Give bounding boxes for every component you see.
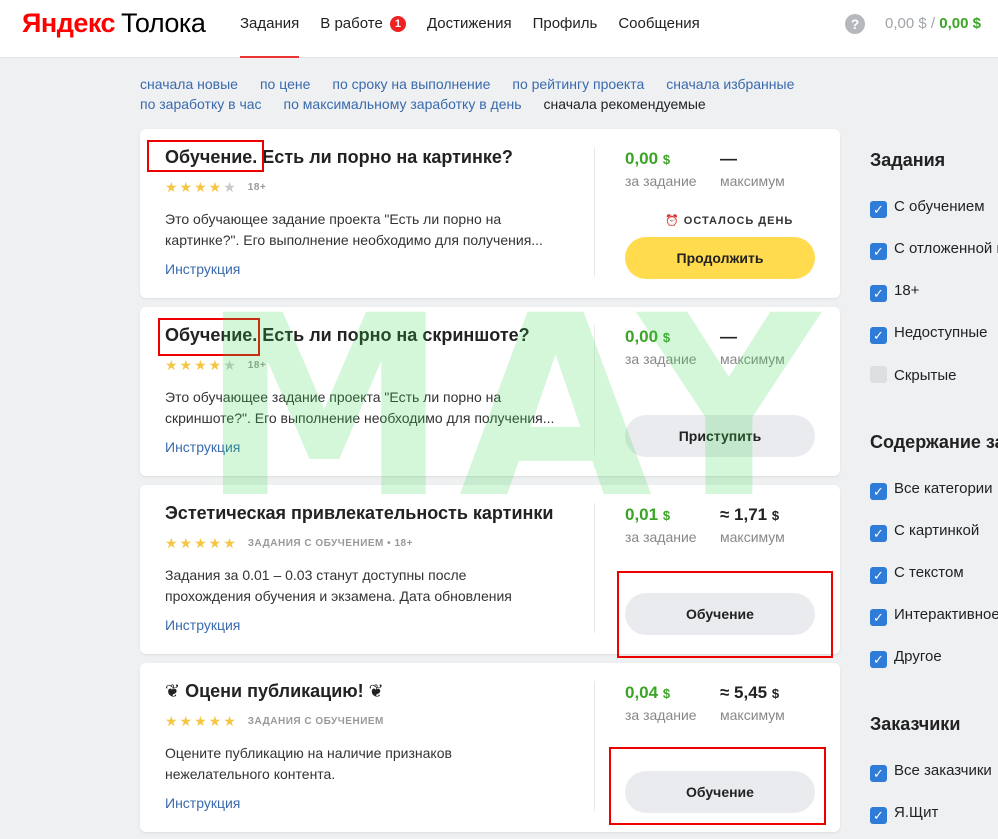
filter-with-image[interactable]: ✓ С картинкой [870, 522, 979, 542]
filter-all-clients[interactable]: ✓ Все заказчики [870, 762, 992, 782]
checkbox-checked-icon: ✓ [870, 609, 887, 626]
task-max: — [720, 327, 737, 346]
checkbox-checked-icon: ✓ [870, 765, 887, 782]
divider [594, 503, 595, 633]
task-meta: ЗАДАНИЯ С ОБУЧЕНИЕМ [247, 716, 384, 727]
max-label: максимум [720, 529, 785, 545]
checkbox-checked-icon: ✓ [870, 483, 887, 500]
sort-hourly[interactable]: по заработку в час [140, 94, 262, 114]
deadline-info: ⏰ ОСТАЛОСЬ ДЕНЬ [665, 215, 794, 227]
highlight-box [147, 140, 264, 172]
checkbox-unchecked-icon [870, 366, 887, 383]
task-rating: ★★★★★ 18+ [165, 179, 267, 195]
task-max: ≈ 5,45 $ [720, 683, 780, 702]
task-rating: ★★★★★ ЗАДАНИЯ С ОБУЧЕНИЕМ [165, 713, 384, 729]
filter-hidden[interactable]: Скрытые [870, 366, 957, 384]
top-header: Яндекс Толока Задания В работе 1 Достижен… [0, 0, 998, 58]
sort-daily-max[interactable]: по максимальному заработку в день [284, 94, 522, 114]
filter-content-title: Содержание за [870, 432, 998, 452]
divider [594, 147, 595, 277]
filter-all-categories[interactable]: ✓ Все категории [870, 480, 993, 500]
continue-button[interactable]: Продолжить [625, 237, 815, 279]
price-label: за задание [625, 351, 697, 367]
help-icon[interactable]: ? [845, 14, 865, 34]
instruction-link[interactable]: Инструкция [165, 261, 240, 277]
task-rating: ★★★★★ ЗАДАНИЯ С ОБУЧЕНИЕМ • 18+ [165, 535, 413, 551]
sort-rating[interactable]: по рейтингу проекта [512, 74, 644, 94]
checkbox-checked-icon: ✓ [870, 327, 887, 344]
price-label: за задание [625, 707, 697, 723]
checkbox-checked-icon: ✓ [870, 567, 887, 584]
balance-pending: 0,00 $ [885, 15, 927, 32]
checkbox-checked-icon: ✓ [870, 807, 887, 824]
checkbox-checked-icon: ✓ [870, 243, 887, 260]
highlight-box [609, 747, 826, 825]
divider [594, 325, 595, 455]
filter-postponed[interactable]: ✓ С отложенной п [870, 240, 998, 260]
alarm-clock-icon: ⏰ [665, 215, 680, 227]
instruction-link[interactable]: Инструкция [165, 439, 240, 455]
task-max: — [720, 149, 737, 168]
sort-favorites[interactable]: сначала избранные [666, 74, 794, 94]
task-title[interactable]: ❦ Оцени публикацию! ❦ [165, 681, 384, 702]
task-meta: 18+ [247, 182, 267, 193]
price-label: за задание [625, 529, 697, 545]
instruction-link[interactable]: Инструкция [165, 795, 240, 811]
price-label: за задание [625, 173, 697, 189]
sort-deadline[interactable]: по сроку на выполнение [332, 74, 490, 94]
divider [594, 681, 595, 811]
highlight-box [158, 318, 260, 356]
task-description: Оцените публикацию на наличие признаков … [165, 745, 452, 782]
filter-with-text[interactable]: ✓ С текстом [870, 564, 964, 584]
max-label: максимум [720, 173, 785, 189]
instruction-link[interactable]: Инструкция [165, 617, 240, 633]
checkbox-checked-icon: ✓ [870, 525, 887, 542]
logo-product: Толока [121, 8, 206, 38]
task-description: Это обучающее задание проекта "Есть ли п… [165, 389, 555, 426]
task-price: 0,00 $ [625, 149, 671, 168]
task-description: Это обучающее задание проекта "Есть ли п… [165, 211, 543, 248]
task-meta: ЗАДАНИЯ С ОБУЧЕНИЕМ • 18+ [247, 538, 413, 549]
sort-options: сначала новые по цене по сроку на выполнен… [140, 74, 830, 114]
filter-with-training[interactable]: ✓ С обучением [870, 198, 985, 218]
filter-client-yashchit[interactable]: ✓ Я.Щит [870, 804, 938, 824]
filter-adult[interactable]: ✓ 18+ [870, 282, 919, 302]
filter-interactive[interactable]: ✓ Интерактивное [870, 606, 998, 626]
main-nav: Задания В работе 1 Достижения Профиль Со… [240, 0, 721, 58]
logo-brand: Яндекс [22, 8, 116, 38]
checkbox-checked-icon: ✓ [870, 651, 887, 668]
nav-messages[interactable]: Сообщения [618, 0, 699, 58]
task-description: Задания за 0.01 – 0.03 станут доступны п… [165, 567, 512, 604]
start-button[interactable]: Приступить [625, 415, 815, 457]
sort-price[interactable]: по цене [260, 74, 310, 94]
nav-in-progress[interactable]: В работе 1 [320, 0, 406, 58]
filter-other[interactable]: ✓ Другое [870, 648, 942, 668]
in-progress-count-badge: 1 [389, 16, 406, 32]
task-price: 0,01 $ [625, 505, 671, 524]
task-price: 0,04 $ [625, 683, 671, 702]
task-price: 0,00 $ [625, 327, 671, 346]
sort-recommended[interactable]: сначала рекомендуемые [544, 94, 706, 114]
filter-clients-title: Заказчики [870, 714, 961, 734]
max-label: максимум [720, 707, 785, 723]
nav-achievements[interactable]: Достижения [427, 0, 512, 58]
balance-separator: / [930, 15, 936, 32]
max-label: максимум [720, 351, 785, 367]
nav-tasks[interactable]: Задания [240, 0, 300, 58]
task-max: ≈ 1,71 $ [720, 505, 780, 524]
filter-unavailable[interactable]: ✓ Недоступные [870, 324, 988, 344]
checkbox-checked-icon: ✓ [870, 201, 887, 218]
sort-newest[interactable]: сначала новые [140, 74, 238, 94]
task-title[interactable]: Эстетическая привлекательность картинки [165, 503, 554, 524]
yandex-toloka-logo[interactable]: Яндекс Толока [22, 8, 206, 39]
checkbox-checked-icon: ✓ [870, 285, 887, 302]
filter-tasks-title: Задания [870, 150, 946, 170]
balance[interactable]: 0,00 $ / 0,00 $ [885, 15, 981, 32]
task-meta: 18+ [247, 360, 267, 371]
highlight-box [617, 571, 833, 658]
balance-available: 0,00 $ [939, 15, 981, 32]
task-rating: ★★★★★ 18+ [165, 357, 267, 373]
nav-profile[interactable]: Профиль [533, 0, 598, 58]
